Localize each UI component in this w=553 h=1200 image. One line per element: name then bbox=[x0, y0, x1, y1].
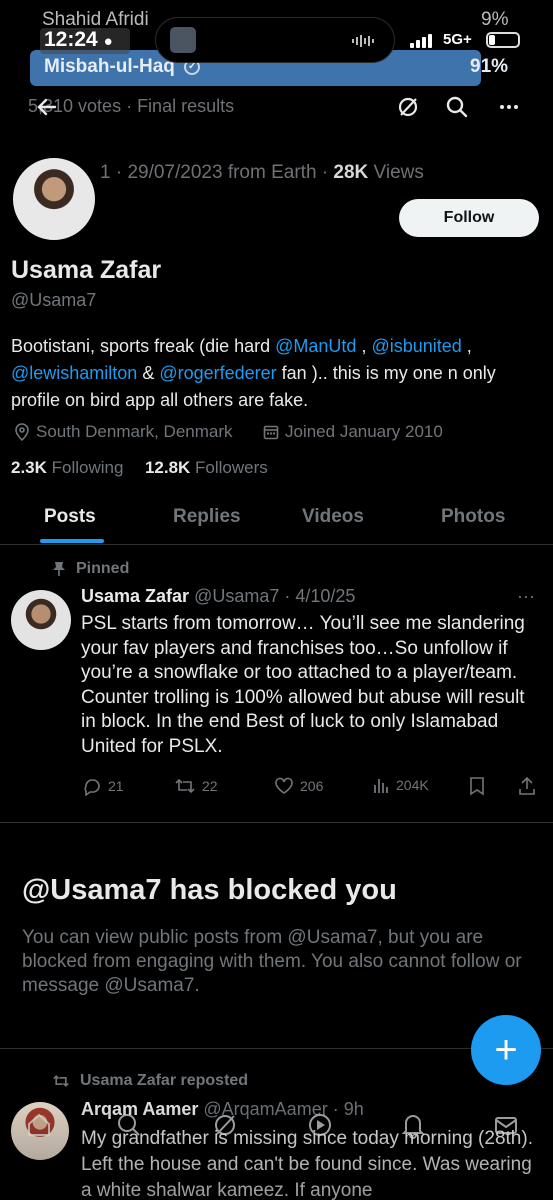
compose-button[interactable]: + bbox=[471, 1015, 541, 1085]
mention-link[interactable]: @rogerfederer bbox=[159, 363, 276, 383]
follow-stats: 2.3K Following 12.8K Followers bbox=[11, 458, 268, 478]
back-arrow-icon[interactable] bbox=[32, 92, 62, 122]
pinned-indicator: Pinned bbox=[52, 560, 129, 578]
following-link[interactable]: 2.3K Following bbox=[11, 458, 123, 477]
profile-joined: Joined January 2010 bbox=[263, 422, 443, 442]
repost-icon bbox=[175, 778, 195, 794]
tab-replies[interactable]: Replies bbox=[173, 506, 241, 528]
tabs-divider bbox=[0, 544, 553, 545]
heart-icon bbox=[275, 777, 293, 794]
home-icon[interactable] bbox=[22, 1108, 56, 1142]
reply-icon bbox=[84, 779, 100, 796]
post-actions: 21 22 206 204K bbox=[78, 776, 543, 800]
blocked-title: @Usama7 has blocked you bbox=[22, 874, 397, 906]
profile-handle: @Usama7 bbox=[11, 290, 97, 310]
repost-button[interactable]: 22 bbox=[174, 776, 218, 796]
share-button[interactable] bbox=[518, 776, 536, 796]
post-divider bbox=[0, 822, 553, 823]
post-text: PSL starts from tomorrow… You’ll see me … bbox=[81, 613, 525, 757]
reply-button[interactable]: 21 bbox=[82, 776, 124, 796]
search-icon[interactable] bbox=[442, 92, 472, 122]
bookmark-button[interactable] bbox=[469, 776, 485, 796]
profile-bio: Bootistani, sports freak (die hard @ManU… bbox=[11, 336, 496, 410]
mention-link[interactable]: @isbunited bbox=[371, 336, 461, 356]
views-icon bbox=[374, 779, 388, 793]
pin-icon bbox=[53, 562, 65, 576]
person-icon: ● bbox=[103, 33, 113, 50]
search-icon[interactable] bbox=[112, 1108, 146, 1142]
post-header: Usama Zafar @Usama7 · 4/10/25 bbox=[81, 586, 355, 607]
share-icon bbox=[519, 776, 535, 795]
bottom-navigation bbox=[0, 1108, 553, 1148]
grok-icon[interactable] bbox=[208, 1108, 242, 1142]
blocked-description: You can view public posts from @Usama7, … bbox=[22, 927, 522, 996]
notifications-icon[interactable] bbox=[396, 1108, 430, 1142]
signal-icon bbox=[410, 34, 432, 48]
bookmark-icon bbox=[470, 777, 484, 796]
tab-videos[interactable]: Videos bbox=[302, 506, 364, 528]
tab-posts[interactable]: Posts bbox=[44, 506, 96, 528]
profile-name: Usama Zafar bbox=[11, 256, 162, 284]
status-time: 12:24 ● bbox=[44, 28, 113, 51]
battery-icon bbox=[486, 32, 520, 48]
audio-wave-icon bbox=[352, 34, 380, 48]
repost-indicator: Usama Zafar reposted bbox=[52, 1072, 248, 1090]
dynamic-island[interactable] bbox=[155, 17, 395, 63]
more-icon[interactable] bbox=[494, 92, 524, 122]
grok-icon[interactable] bbox=[393, 92, 423, 122]
tab-active-indicator bbox=[40, 539, 104, 543]
like-button[interactable]: 206 bbox=[274, 776, 323, 796]
followers-link[interactable]: 12.8K Followers bbox=[145, 458, 268, 477]
profile-avatar[interactable] bbox=[11, 156, 97, 242]
mention-link[interactable]: @ManUtd bbox=[275, 336, 356, 356]
media-thumbnail bbox=[170, 27, 196, 53]
location-pin-icon bbox=[15, 423, 29, 441]
post-author-avatar[interactable] bbox=[11, 590, 71, 650]
poll-ghost-option-percent: 9% bbox=[481, 9, 509, 30]
mention-link[interactable]: @lewishamilton bbox=[11, 363, 137, 383]
calendar-icon bbox=[263, 425, 279, 440]
network-type: 5G+ bbox=[443, 31, 472, 48]
views-button[interactable]: 204K bbox=[372, 776, 429, 794]
follow-button[interactable]: Follow bbox=[399, 199, 539, 237]
tab-photos[interactable]: Photos bbox=[441, 506, 505, 528]
post-more-button[interactable]: ··· bbox=[517, 586, 535, 607]
video-icon[interactable] bbox=[303, 1108, 337, 1142]
post-author-name[interactable]: Usama Zafar bbox=[81, 586, 189, 606]
messages-icon[interactable] bbox=[489, 1108, 523, 1142]
ghost-post-meta: 1 · 29/07/2023 from Earth · 28K Views bbox=[100, 162, 424, 183]
post-handle-date: @Usama7 · 4/10/25 bbox=[189, 586, 356, 606]
poll-option-percent: 91% bbox=[470, 56, 509, 77]
profile-location: South Denmark, Denmark bbox=[14, 422, 233, 442]
repost-icon bbox=[53, 1075, 69, 1087]
